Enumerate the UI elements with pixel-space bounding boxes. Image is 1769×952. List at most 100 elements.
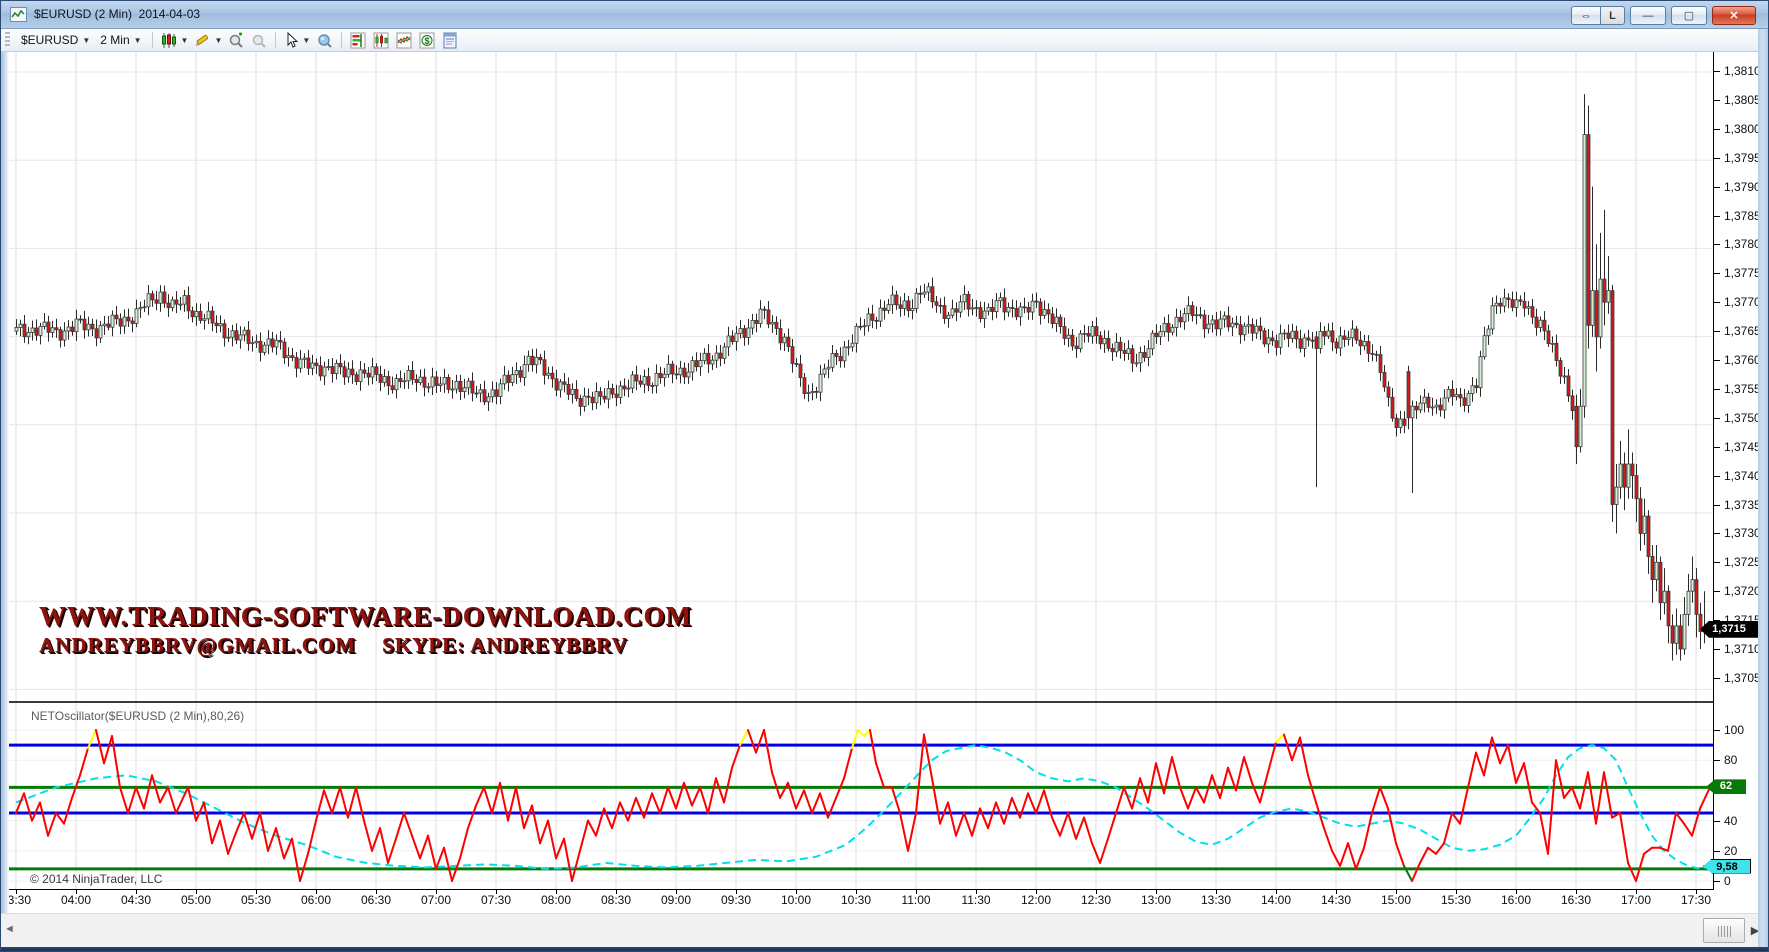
restore-button[interactable]: ▢ bbox=[1671, 6, 1707, 25]
price-axis-label: 1,3740 bbox=[1724, 469, 1761, 483]
watermark: WWW.TRADING-SOFTWARE-DOWNLOAD.COM ANDREY… bbox=[39, 601, 692, 658]
price-axis-label: 1,3765 bbox=[1724, 324, 1761, 338]
toolbar-separator bbox=[275, 32, 276, 48]
chevron-down-icon: ▼ bbox=[214, 36, 222, 45]
oscillator-tick bbox=[1714, 821, 1720, 822]
price-tick bbox=[1714, 591, 1720, 592]
instrument-selector[interactable]: $EURUSD ▼ bbox=[16, 31, 95, 50]
indicator-label: NETOscillator($EURUSD (2 Min),80,26) bbox=[31, 709, 244, 723]
price-tick bbox=[1714, 476, 1720, 477]
time-axis-label: 07:00 bbox=[414, 893, 458, 907]
window-title: $EURUSD (2 Min) 2014-04-03 bbox=[34, 7, 200, 21]
price-axis-label: 1,3720 bbox=[1724, 584, 1761, 598]
time-axis-label: 08:30 bbox=[594, 893, 638, 907]
price-axis-label: 1,3805 bbox=[1724, 93, 1761, 107]
properties-icon[interactable] bbox=[439, 31, 462, 50]
watermark-contacts: ANDREYBBRV@GMAIL.COMSKYPE: ANDREYBBRV bbox=[39, 633, 692, 658]
time-axis-label: 06:30 bbox=[354, 893, 398, 907]
time-axis-label: 04:00 bbox=[54, 893, 98, 907]
time-axis-label: 07:30 bbox=[474, 893, 518, 907]
oscillator-tick bbox=[1714, 730, 1720, 731]
window-bottom-border bbox=[1, 947, 1769, 952]
time-axis-label: 12:30 bbox=[1074, 893, 1118, 907]
window-right-border bbox=[1758, 29, 1769, 952]
time-axis-label: 15:30 bbox=[1434, 893, 1478, 907]
price-tick bbox=[1714, 533, 1720, 534]
time-axis-label: 16:00 bbox=[1494, 893, 1538, 907]
toolbar-separator bbox=[152, 32, 153, 48]
instrument-dollar-icon[interactable]: $ bbox=[416, 31, 439, 50]
price-tick bbox=[1714, 216, 1720, 217]
copyright-label: © 2014 NinjaTrader, LLC bbox=[30, 872, 162, 886]
price-tick bbox=[1714, 244, 1720, 245]
oscillator-axis-label: 100 bbox=[1724, 723, 1744, 737]
watermark-email: ANDREYBBRV@GMAIL.COM bbox=[39, 633, 356, 657]
oscillator-axis-label: 40 bbox=[1724, 814, 1737, 828]
price-axis-label: 1,3790 bbox=[1724, 180, 1761, 194]
oscillator-panel[interactable] bbox=[1, 703, 1713, 889]
instrument-label: $EURUSD bbox=[21, 33, 78, 47]
chart-trader-icon[interactable] bbox=[370, 31, 393, 50]
chart-area: WWW.TRADING-SOFTWARE-DOWNLOAD.COM ANDREY… bbox=[1, 52, 1769, 913]
chevron-down-icon: ▼ bbox=[181, 36, 189, 45]
price-axis-label: 1,3780 bbox=[1724, 237, 1761, 251]
price-axis-label: 1,3775 bbox=[1724, 266, 1761, 280]
price-axis-label: 1,3785 bbox=[1724, 209, 1761, 223]
price-tick bbox=[1714, 505, 1720, 506]
oscillator-lower-badge: 9,58 bbox=[1703, 859, 1751, 874]
scrollbar-grip-icon bbox=[1718, 926, 1731, 937]
toolbar-separator bbox=[341, 32, 342, 48]
price-axis-label: 1,3760 bbox=[1724, 353, 1761, 367]
price-tick bbox=[1714, 273, 1720, 274]
time-axis-label: 11:30 bbox=[954, 893, 998, 907]
link-instrument-button[interactable]: ⇔ bbox=[1571, 6, 1601, 25]
horizontal-scrollbar[interactable]: ◄ ▶ bbox=[1, 913, 1758, 947]
price-tick bbox=[1714, 129, 1720, 130]
price-axis-label: 1,3795 bbox=[1724, 151, 1761, 165]
toolbar-grip[interactable] bbox=[5, 32, 10, 48]
chevron-down-icon: ▼ bbox=[82, 36, 90, 45]
zoom-in-icon[interactable] bbox=[225, 31, 248, 50]
chart-style-icon[interactable]: ▼ bbox=[158, 31, 192, 50]
minimize-button[interactable]: — bbox=[1630, 6, 1666, 25]
interval-selector[interactable]: 2 Min ▼ bbox=[95, 31, 146, 50]
market-analyzer-icon[interactable] bbox=[347, 31, 370, 50]
panel-divider[interactable] bbox=[1, 701, 1758, 703]
time-axis-label: 10:00 bbox=[774, 893, 818, 907]
indicators-icon[interactable] bbox=[393, 31, 416, 50]
chevron-down-icon: ▼ bbox=[134, 36, 142, 45]
toolbar: $EURUSD ▼ 2 Min ▼ ▼ ▼ ▼ $ bbox=[1, 29, 1769, 52]
chart-app-icon bbox=[10, 7, 27, 22]
time-axis-label: 10:30 bbox=[834, 893, 878, 907]
time-axis-label: 16:30 bbox=[1554, 893, 1598, 907]
oscillator-axis-label: 80 bbox=[1724, 753, 1737, 767]
title-bar[interactable]: $EURUSD (2 Min) 2014-04-03 ⇔L — ▢ ✕ bbox=[1, 1, 1769, 29]
window-left-border bbox=[1, 52, 9, 913]
price-tick bbox=[1714, 331, 1720, 332]
time-axis-line bbox=[1, 889, 1758, 890]
price-tick bbox=[1714, 678, 1720, 679]
oscillator-tick bbox=[1714, 760, 1720, 761]
time-axis-label: 15:00 bbox=[1374, 893, 1418, 907]
price-axis-label: 1,3750 bbox=[1724, 411, 1761, 425]
time-axis-label: 09:00 bbox=[654, 893, 698, 907]
time-axis-label: 17:00 bbox=[1614, 893, 1658, 907]
time-axis-label: 05:30 bbox=[234, 893, 278, 907]
scroll-left-icon[interactable]: ◄ bbox=[4, 923, 15, 935]
interval-label: 2 Min bbox=[100, 33, 129, 47]
cursor-icon[interactable]: ▼ bbox=[281, 31, 313, 50]
price-tick bbox=[1714, 187, 1720, 188]
oscillator-tick bbox=[1714, 881, 1720, 882]
link-interval-button[interactable]: L bbox=[1601, 6, 1625, 25]
zoom-out-icon[interactable] bbox=[248, 31, 270, 50]
time-axis-label: 14:30 bbox=[1314, 893, 1358, 907]
scrollbar-thumb[interactable] bbox=[1703, 918, 1745, 943]
price-axis-label: 1,3745 bbox=[1724, 440, 1761, 454]
drawing-tools-icon[interactable]: ▼ bbox=[191, 31, 225, 50]
time-axis-label: 13:00 bbox=[1134, 893, 1178, 907]
close-button[interactable]: ✕ bbox=[1712, 6, 1756, 25]
price-axis-label: 1,3705 bbox=[1724, 671, 1761, 685]
data-box-icon[interactable] bbox=[313, 31, 336, 50]
price-tick bbox=[1714, 562, 1720, 563]
price-axis-label: 1,3810 bbox=[1724, 64, 1761, 78]
